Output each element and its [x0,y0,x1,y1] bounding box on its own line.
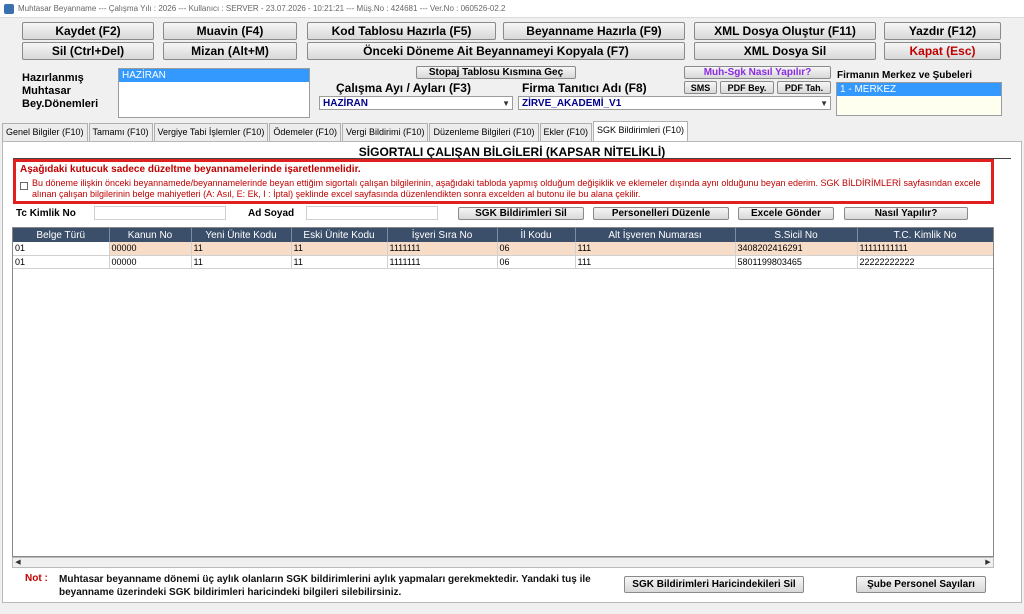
column-header[interactable]: S.Sicil No [735,228,858,242]
table-cell[interactable]: 22222222222 [857,255,993,269]
column-header[interactable]: Eski Ünite Kodu [291,228,388,242]
sgk-table[interactable]: Belge Türü Kanun No Yeni Ünite Kodu Eski… [12,227,994,557]
warning-box: Aşağıdaki kutucuk sadece düzeltme beyann… [13,159,994,204]
warning-heading: Aşağıdaki kutucuk sadece düzeltme beyann… [20,164,361,175]
table-cell[interactable]: 01 [13,242,110,256]
mizan-button[interactable]: Mizan (Alt+M) [163,42,297,60]
calisma-ayi-select[interactable]: HAZİRAN ▼ [319,96,513,110]
section-title: SİGORTALI ÇALIŞAN BİLGİLERİ (KAPSAR NİTE… [358,145,666,159]
tab-vergi-bildirimi[interactable]: Vergi Bildirimi (F10) [341,123,429,141]
personelleri-duzenle-button[interactable]: Personelleri Düzenle [593,207,729,220]
horizontal-scrollbar[interactable]: ◀ ▶ [12,557,994,568]
column-header[interactable]: Kanun No [109,228,192,242]
tab-bar: Genel Bilgiler (F10) Tamamı (F10) Vergiy… [2,121,689,141]
table-cell[interactable]: 111 [575,255,736,269]
table-cell[interactable]: 3408202416291 [735,242,858,256]
table-cell[interactable]: 111 [575,242,736,256]
pdf-bey-button[interactable]: PDF Bey. [720,81,774,94]
print-button[interactable]: Yazdır (F12) [884,22,1001,40]
sms-button[interactable]: SMS [684,81,717,94]
calisma-ayi-label: Çalışma Ayı / Ayları (F3) [336,81,471,95]
copy-previous-button[interactable]: Önceki Döneme Ait Beyannameyi Kopyala (F… [307,42,685,60]
tab-odemeler[interactable]: Ödemeler (F10) [269,123,341,141]
hazirlanmis-item[interactable]: HAZİRAN [119,69,309,82]
delete-button[interactable]: Sil (Ctrl+Del) [22,42,154,60]
table-row[interactable]: 01 00000 11 11 1111111 06 111 3408202416… [13,242,993,256]
table-cell[interactable]: 1111111 [387,242,498,256]
hazirlanmis-list[interactable]: HAZİRAN [118,68,310,118]
tab-vergiye-tabi[interactable]: Vergiye Tabi İşlemler (F10) [153,123,269,141]
column-header[interactable]: Belge Türü [13,228,110,242]
firma-merkez-label: Firmanın Merkez ve Şubeleri [837,70,973,81]
app-icon [4,3,14,14]
tab-duzenleme-bilgileri[interactable]: Düzenleme Bilgileri (F10) [429,123,539,141]
haricindekileri-sil-button[interactable]: SGK Bildirimleri Haricindekileri Sil [624,576,804,593]
tc-kimlik-label: Tc Kimlik No [16,208,76,219]
scroll-left-icon[interactable]: ◀ [13,558,23,567]
table-cell[interactable]: 11111111111 [857,242,993,256]
table-cell[interactable]: 11 [191,255,292,269]
tab-genel-bilgiler[interactable]: Genel Bilgiler (F10) [2,123,88,141]
pdf-tah-button[interactable]: PDF Tah. [777,81,831,94]
table-cell[interactable]: 01 [13,255,110,269]
window-title: Muhtasar Beyanname --- Çalışma Yılı : 20… [18,4,506,13]
column-header[interactable]: İşveri Sıra No [387,228,498,242]
table-cell[interactable]: 06 [497,242,576,256]
column-header[interactable]: T.C. Kimlik No [857,228,993,242]
tab-tamami[interactable]: Tamamı (F10) [88,123,153,141]
beyanname-hazirla-button[interactable]: Beyanname Hazırla (F9) [503,22,685,40]
note-label: Not : [25,573,48,584]
table-cell[interactable]: 1111111 [387,255,498,269]
note-text: Muhtasar beyanname dönemi üç aylık olanl… [59,574,591,598]
warning-text: Bu döneme ilişkin önceki beyannamede/bey… [32,178,981,199]
column-header[interactable]: Yeni Ünite Kodu [191,228,292,242]
table-cell[interactable]: 11 [291,255,388,269]
xml-sil-button[interactable]: XML Dosya Sil [694,42,876,60]
chevron-down-icon[interactable]: ▼ [502,99,510,108]
calisma-ayi-value: HAZİRAN [323,97,368,109]
close-button[interactable]: Kapat (Esc) [884,42,1001,60]
ad-soyad-label: Ad Soyad [248,208,295,219]
table-cell[interactable]: 00000 [109,242,192,256]
excele-gonder-button[interactable]: Excele Gönder [738,207,834,220]
table-row[interactable]: 01 00000 11 11 1111111 06 111 5801199803… [13,255,993,269]
table-cell[interactable]: 00000 [109,255,192,269]
table-cell[interactable]: 11 [191,242,292,256]
scroll-right-icon[interactable]: ▶ [983,558,993,567]
column-header[interactable]: İl Kodu [497,228,576,242]
firma-label: Firma Tanıtıcı Adı (F8) [522,81,647,95]
sgk-sil-button[interactable]: SGK Bildirimleri Sil [458,207,584,220]
firma-merkez-list[interactable]: 1 - MERKEZ [836,82,1002,116]
muavin-button[interactable]: Muavin (F4) [163,22,297,40]
firma-merkez-empty-row [837,97,1001,115]
chevron-down-icon[interactable]: ▼ [820,99,828,108]
tab-sgk-bildirimleri[interactable]: SGK Bildirimleri (F10) [593,121,689,141]
hazirlanmis-label: Hazırlanmış Muhtasar Bey.Dönemleri [22,72,99,110]
title-bar: Muhtasar Beyanname --- Çalışma Yılı : 20… [0,0,1024,18]
save-button[interactable]: Kaydet (F2) [22,22,154,40]
firma-merkez-item[interactable]: 1 - MERKEZ [837,83,1001,96]
column-header[interactable]: Alt İşveren Numarası [575,228,736,242]
duzeltme-checkbox[interactable] [20,182,28,190]
xml-olustur-button[interactable]: XML Dosya Oluştur (F11) [694,22,876,40]
table-cell[interactable]: 5801199803465 [735,255,858,269]
tab-ekler[interactable]: Ekler (F10) [539,123,593,141]
kod-tablosu-button[interactable]: Kod Tablosu Hazırla (F5) [307,22,496,40]
muh-sgk-help-button[interactable]: Muh-Sgk Nasıl Yapılır? [684,66,831,79]
table-cell[interactable]: 11 [291,242,388,256]
tc-kimlik-input[interactable] [94,206,226,220]
firma-select[interactable]: ZİRVE_AKADEMİ_V1 ▼ [518,96,831,110]
firma-value: ZİRVE_AKADEMİ_V1 [522,97,622,109]
stopaj-button[interactable]: Stopaj Tablosu Kısmına Geç [416,66,576,79]
sube-personel-button[interactable]: Şube Personel Sayıları [856,576,986,593]
table-cell[interactable]: 06 [497,255,576,269]
ad-soyad-input[interactable] [306,206,438,220]
nasil-yapilir-button[interactable]: Nasıl Yapılır? [844,207,968,220]
